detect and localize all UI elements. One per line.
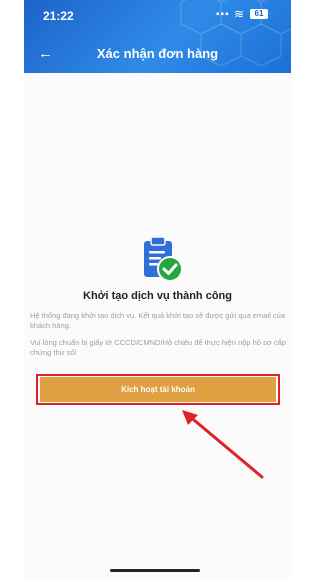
battery-icon: 61 [250, 9, 268, 19]
description-text-2: Vui lòng chuẩn bị giấy tờ CCCD/CMND/Hộ c… [30, 338, 286, 357]
main-content: Khởi tạo dịch vụ thành công Hệ thống đan… [24, 73, 291, 579]
home-indicator[interactable] [110, 569, 200, 572]
red-arrow-annotation [182, 410, 264, 479]
app-header: 21:22 ▪▪▪ ≋ 61 ← Xác nhận đơn hàng [24, 0, 291, 73]
status-bar: 21:22 ▪▪▪ ≋ 61 [24, 0, 291, 28]
battery-level: 61 [254, 9, 264, 18]
status-time: 21:22 [43, 9, 74, 23]
success-heading: Khởi tạo dịch vụ thành công [83, 290, 232, 302]
activate-account-button[interactable]: Kích hoạt tài khoản [40, 377, 276, 402]
signal-icon: ▪▪▪ [216, 9, 230, 20]
phone-screen: 21:22 ▪▪▪ ≋ 61 ← Xác nhận đơn hàng Khởi … [24, 0, 291, 579]
page-title: Xác nhận đơn hàng [96, 46, 219, 61]
description-text-1: Hệ thống đang khởi tạo dịch vụ. Kết quả … [30, 311, 285, 330]
wifi-icon: ≋ [234, 7, 245, 21]
clipboard-check-icon [144, 236, 183, 282]
